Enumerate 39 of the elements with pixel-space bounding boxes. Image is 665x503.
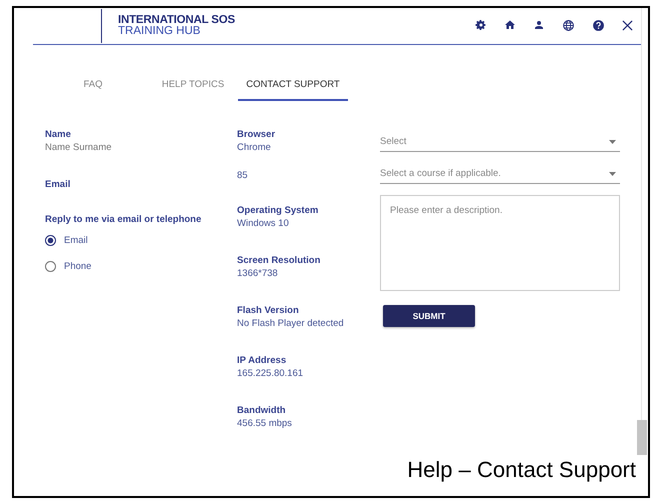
help-icon[interactable]: [592, 18, 605, 32]
settings-icon[interactable]: [475, 19, 487, 31]
tab[interactable]: FAQ: [38, 79, 148, 101]
radio-button[interactable]: [45, 234, 56, 246]
person-icon[interactable]: [533, 19, 545, 31]
scrollbar-thumb[interactable]: [637, 420, 647, 455]
field-label: Reply to me via email or telephone: [45, 214, 202, 226]
info-label: Operating System: [237, 205, 320, 217]
info-value: Chrome: [237, 141, 272, 154]
info-value: Windows 10: [237, 217, 290, 230]
submit-button[interactable]: SUBMIT: [383, 305, 475, 327]
dropdown-field[interactable]: Select a course if applicable.: [380, 164, 620, 184]
radio-label[interactable]: Phone: [64, 260, 92, 272]
tab[interactable]: CONTACT SUPPORT: [238, 79, 348, 101]
info-label: IP Address: [237, 355, 288, 367]
info-value: 1366*738: [237, 267, 279, 280]
info-value: 85: [237, 169, 249, 182]
info-value: 456.55 mbps: [237, 417, 293, 430]
logo: INTERNATIONAL SOS TRAINING HUB: [101, 9, 235, 43]
info-value: 165.225.80.161: [237, 367, 304, 380]
field-label: Name: [45, 129, 72, 141]
globe-icon[interactable]: [562, 18, 575, 32]
close-icon[interactable]: [622, 20, 633, 30]
slide-caption: Help – Contact Support: [407, 457, 636, 483]
info-label: Flash Version: [237, 305, 300, 317]
radio-label[interactable]: Email: [64, 234, 88, 246]
description-field[interactable]: Please enter a description.: [380, 195, 620, 291]
info-label: Screen Resolution: [237, 255, 322, 267]
info-label: Bandwidth: [237, 405, 287, 417]
home-icon[interactable]: [504, 19, 516, 31]
dropdown-arrow-icon: [609, 140, 616, 144]
field-label: Email: [45, 179, 72, 191]
dropdown-field[interactable]: Select: [380, 132, 620, 152]
info-value: No Flash Player detected: [237, 317, 345, 330]
info-label: Browser: [237, 129, 276, 141]
field-value: Name Surname: [45, 141, 113, 154]
tab[interactable]: HELP TOPICS: [148, 79, 238, 101]
radio-button[interactable]: [45, 260, 56, 272]
dropdown-arrow-icon: [609, 172, 616, 176]
